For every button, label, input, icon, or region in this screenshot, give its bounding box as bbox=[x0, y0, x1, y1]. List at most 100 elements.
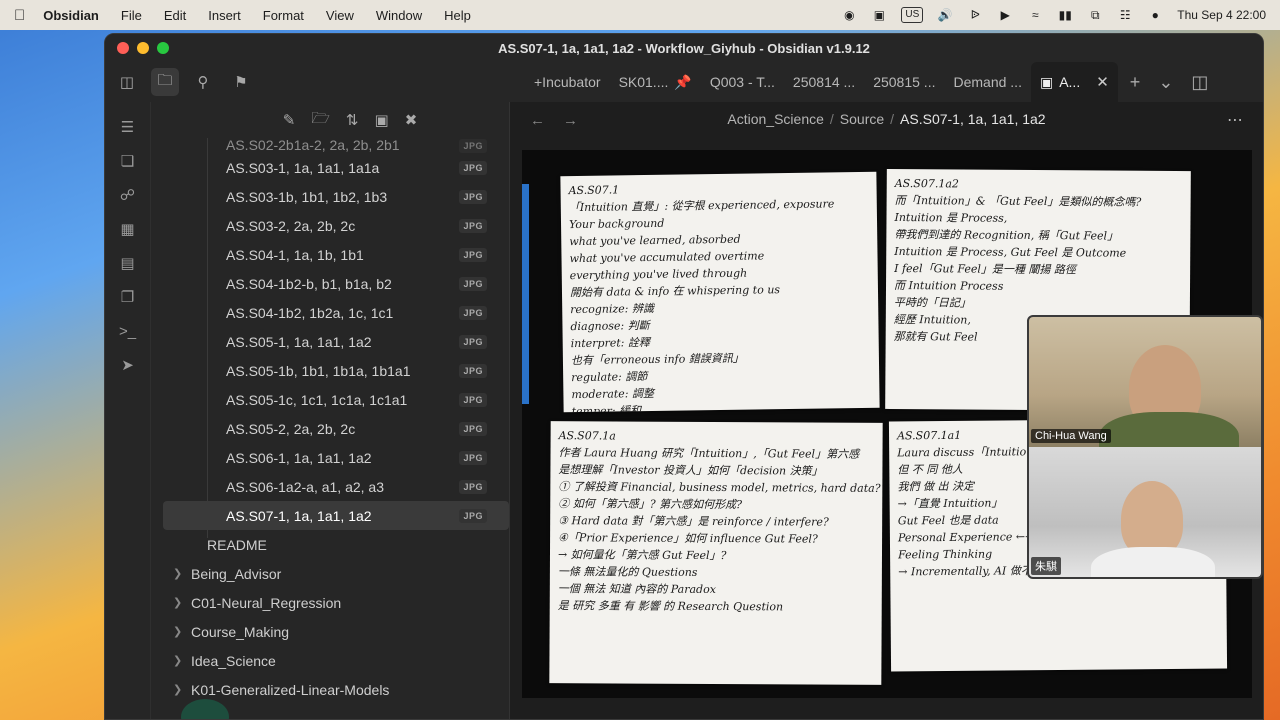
close-tab-icon[interactable]: ✕ bbox=[1096, 73, 1109, 91]
file-item[interactable]: AS.S03-2, 2a, 2b, 2c JPG bbox=[151, 211, 509, 240]
file-item[interactable]: AS.S03-1b, 1b1, 1b2, 1b3 JPG bbox=[151, 182, 509, 211]
calendar-icon[interactable]: ▤ bbox=[117, 252, 139, 274]
chevron-right-icon: ❯ bbox=[173, 655, 183, 667]
menu-format[interactable]: Format bbox=[263, 8, 304, 23]
file-explorer-icon[interactable]: 🗀 bbox=[151, 68, 179, 96]
file-item[interactable]: AS.S05-2, 2a, 2b, 2c JPG bbox=[151, 414, 509, 443]
folder-item[interactable]: ❯ C01-Neural_Regression bbox=[151, 588, 509, 617]
outline-icon[interactable]: ☰ bbox=[117, 116, 139, 138]
file-item[interactable]: AS.S02-2b1a-2, 2a, 2b, 2b1 JPG bbox=[151, 138, 509, 153]
folder-item[interactable]: ❯ Being_Advisor bbox=[151, 559, 509, 588]
menu-bar-clock[interactable]: Thu Sep 4 22:00 bbox=[1177, 8, 1266, 22]
folder-item[interactable]: ❯ Idea_Science bbox=[151, 646, 509, 675]
bookmark-icon[interactable]: ⚑ bbox=[227, 68, 255, 96]
menu-edit[interactable]: Edit bbox=[164, 8, 186, 23]
wifi-icon[interactable]: ≈ bbox=[1027, 7, 1043, 23]
templates-icon[interactable]: ❐ bbox=[117, 286, 139, 308]
record-stop-icon[interactable]: ◉ bbox=[841, 7, 857, 23]
note-line: ③ Hard data 對「第六感」是 reinforce / interfer… bbox=[558, 514, 829, 529]
file-item-readme[interactable]: README bbox=[151, 530, 509, 559]
menu-file[interactable]: File bbox=[121, 8, 142, 23]
auto-reveal-icon[interactable]: ▣ bbox=[375, 111, 389, 129]
app-menu[interactable]: Obsidian bbox=[43, 8, 99, 23]
zoom-window-button[interactable] bbox=[157, 42, 169, 54]
new-note-icon[interactable]: ✎ bbox=[283, 111, 296, 129]
menu-insert[interactable]: Insert bbox=[208, 8, 241, 23]
participant-tile[interactable]: 朱騏 bbox=[1029, 447, 1261, 577]
file-item[interactable]: AS.S05-1c, 1c1, 1c1a, 1c1a1 JPG bbox=[151, 385, 509, 414]
window-title-bar[interactable]: AS.S07-1, 1a, 1a1, 1a2 - Workflow_Giyhub… bbox=[105, 34, 1263, 62]
file-item[interactable]: AS.S04-1b2, 1b2a, 1c, 1c1 JPG bbox=[151, 298, 509, 327]
file-name: AS.S05-1b, 1b1, 1b1a, 1b1a1 bbox=[226, 362, 411, 379]
sort-icon[interactable]: ⇅ bbox=[346, 111, 359, 129]
file-type-badge: JPG bbox=[459, 305, 487, 320]
breadcrumb-current[interactable]: AS.S07-1, 1a, 1a1, 1a2 bbox=[900, 111, 1046, 127]
siri-icon[interactable]: ● bbox=[1147, 7, 1163, 23]
chevron-right-icon: ❯ bbox=[173, 597, 183, 609]
file-item[interactable]: AS.S03-1, 1a, 1a1, 1a1a JPG bbox=[151, 153, 509, 182]
tab-250814[interactable]: 250814 ... bbox=[784, 62, 864, 102]
input-source-indicator[interactable]: US bbox=[901, 7, 924, 23]
file-name: AS.S03-1, 1a, 1a1, 1a1a bbox=[226, 159, 380, 176]
breadcrumb-item[interactable]: Source bbox=[840, 111, 884, 127]
file-item[interactable]: AS.S04-1b2-b, b1, b1a, b2 JPG bbox=[151, 269, 509, 298]
menu-view[interactable]: View bbox=[326, 8, 354, 23]
close-window-button[interactable] bbox=[117, 42, 129, 54]
tab-q003[interactable]: Q003 - T... bbox=[701, 62, 784, 102]
meeting-app-icon[interactable]: ▣ bbox=[871, 7, 887, 23]
file-item[interactable]: AS.S06-1, 1a, 1a1, 1a2 JPG bbox=[151, 443, 509, 472]
file-item-selected[interactable]: AS.S07-1, 1a, 1a1, 1a2 JPG bbox=[163, 501, 509, 530]
apple-menu-icon[interactable]:  bbox=[14, 7, 25, 24]
terminal-icon[interactable]: >_ bbox=[117, 320, 139, 342]
note-line: 而「Intuition」& 「Gut Feel」是類似的概念嗎? bbox=[894, 193, 1142, 209]
search-icon[interactable]: ⚲ bbox=[189, 68, 217, 96]
file-name: AS.S05-1, 1a, 1a1, 1a2 bbox=[226, 333, 372, 350]
participant-tile[interactable]: Chi-Hua Wang bbox=[1029, 317, 1261, 447]
menu-window[interactable]: Window bbox=[376, 8, 422, 23]
toggle-sidebar-icon[interactable]: ◫ bbox=[113, 68, 141, 96]
note-line: I feel「Gut Feel」是一種 闡揚 路徑 bbox=[894, 261, 1076, 277]
tab-sk01[interactable]: SK01.... 📌 bbox=[610, 62, 701, 102]
video-call-overlay[interactable]: Chi-Hua Wang 朱騏 bbox=[1027, 315, 1263, 579]
new-folder-icon[interactable]: 🗁 bbox=[311, 108, 330, 133]
folder-item[interactable]: ❯ Course_Making bbox=[151, 617, 509, 646]
file-item[interactable]: AS.S06-1a2-a, a1, a2, a3 JPG bbox=[151, 472, 509, 501]
control-center-icon[interactable]: ☷ bbox=[1117, 7, 1133, 23]
volume-icon[interactable]: 🔊 bbox=[937, 7, 953, 23]
note-title: AS.S07.1a bbox=[558, 429, 616, 443]
tab-active-image[interactable]: ▣ A... ✕ bbox=[1030, 62, 1118, 102]
canvas-icon[interactable]: ▦ bbox=[117, 218, 139, 240]
open-quick-switcher-icon[interactable]: ❏ bbox=[117, 150, 139, 172]
battery-icon[interactable]: ▮▮ bbox=[1057, 7, 1073, 23]
note-line: 而 Intuition Process bbox=[893, 278, 1004, 293]
participant-video bbox=[1121, 481, 1183, 557]
play-icon[interactable]: ▶ bbox=[997, 7, 1013, 23]
send-icon[interactable]: ➤ bbox=[117, 354, 139, 376]
new-tab-icon[interactable]: + bbox=[1130, 72, 1141, 93]
file-type-badge: JPG bbox=[459, 247, 487, 262]
tab-250815[interactable]: 250815 ... bbox=[864, 62, 944, 102]
participant-shirt bbox=[1091, 547, 1215, 577]
note-line: 平時的「日記」 bbox=[893, 295, 971, 310]
tab-demand[interactable]: Demand ... bbox=[944, 62, 1030, 102]
tab-label: Q003 - T... bbox=[709, 74, 775, 90]
file-item[interactable]: AS.S05-1, 1a, 1a1, 1a2 JPG bbox=[151, 327, 509, 356]
pin-icon[interactable]: 📌 bbox=[674, 74, 691, 91]
bluetooth-icon[interactable]: ᐉ bbox=[967, 7, 983, 23]
file-item[interactable]: AS.S05-1b, 1b1, 1b1a, 1b1a1 JPG bbox=[151, 356, 509, 385]
note-line: 一條 無法量化的 Questions bbox=[557, 565, 698, 579]
tab-incubator[interactable]: +Incubator bbox=[525, 62, 610, 102]
breadcrumb-item[interactable]: Action_Science bbox=[727, 111, 824, 127]
note-line: 是想理解「Investor 投資人」如何「decision 決策」 bbox=[558, 463, 823, 478]
image-file-icon: ▣ bbox=[1039, 73, 1054, 90]
minimize-window-button[interactable] bbox=[137, 42, 149, 54]
folder-name: K01-Generalized-Linear-Models bbox=[191, 681, 390, 698]
toggle-right-sidebar-icon[interactable]: ◫ bbox=[1191, 72, 1208, 93]
menu-help[interactable]: Help bbox=[444, 8, 471, 23]
file-name: AS.S05-1c, 1c1, 1c1a, 1c1a1 bbox=[226, 391, 408, 408]
graph-view-icon[interactable]: ☍ bbox=[117, 184, 139, 206]
screen-mirroring-icon[interactable]: ⧉ bbox=[1087, 7, 1103, 23]
tab-list-chevron-down-icon[interactable]: ⌄ bbox=[1158, 72, 1173, 93]
collapse-all-icon[interactable]: ✖ bbox=[405, 111, 418, 129]
file-item[interactable]: AS.S04-1, 1a, 1b, 1b1 JPG bbox=[151, 240, 509, 269]
